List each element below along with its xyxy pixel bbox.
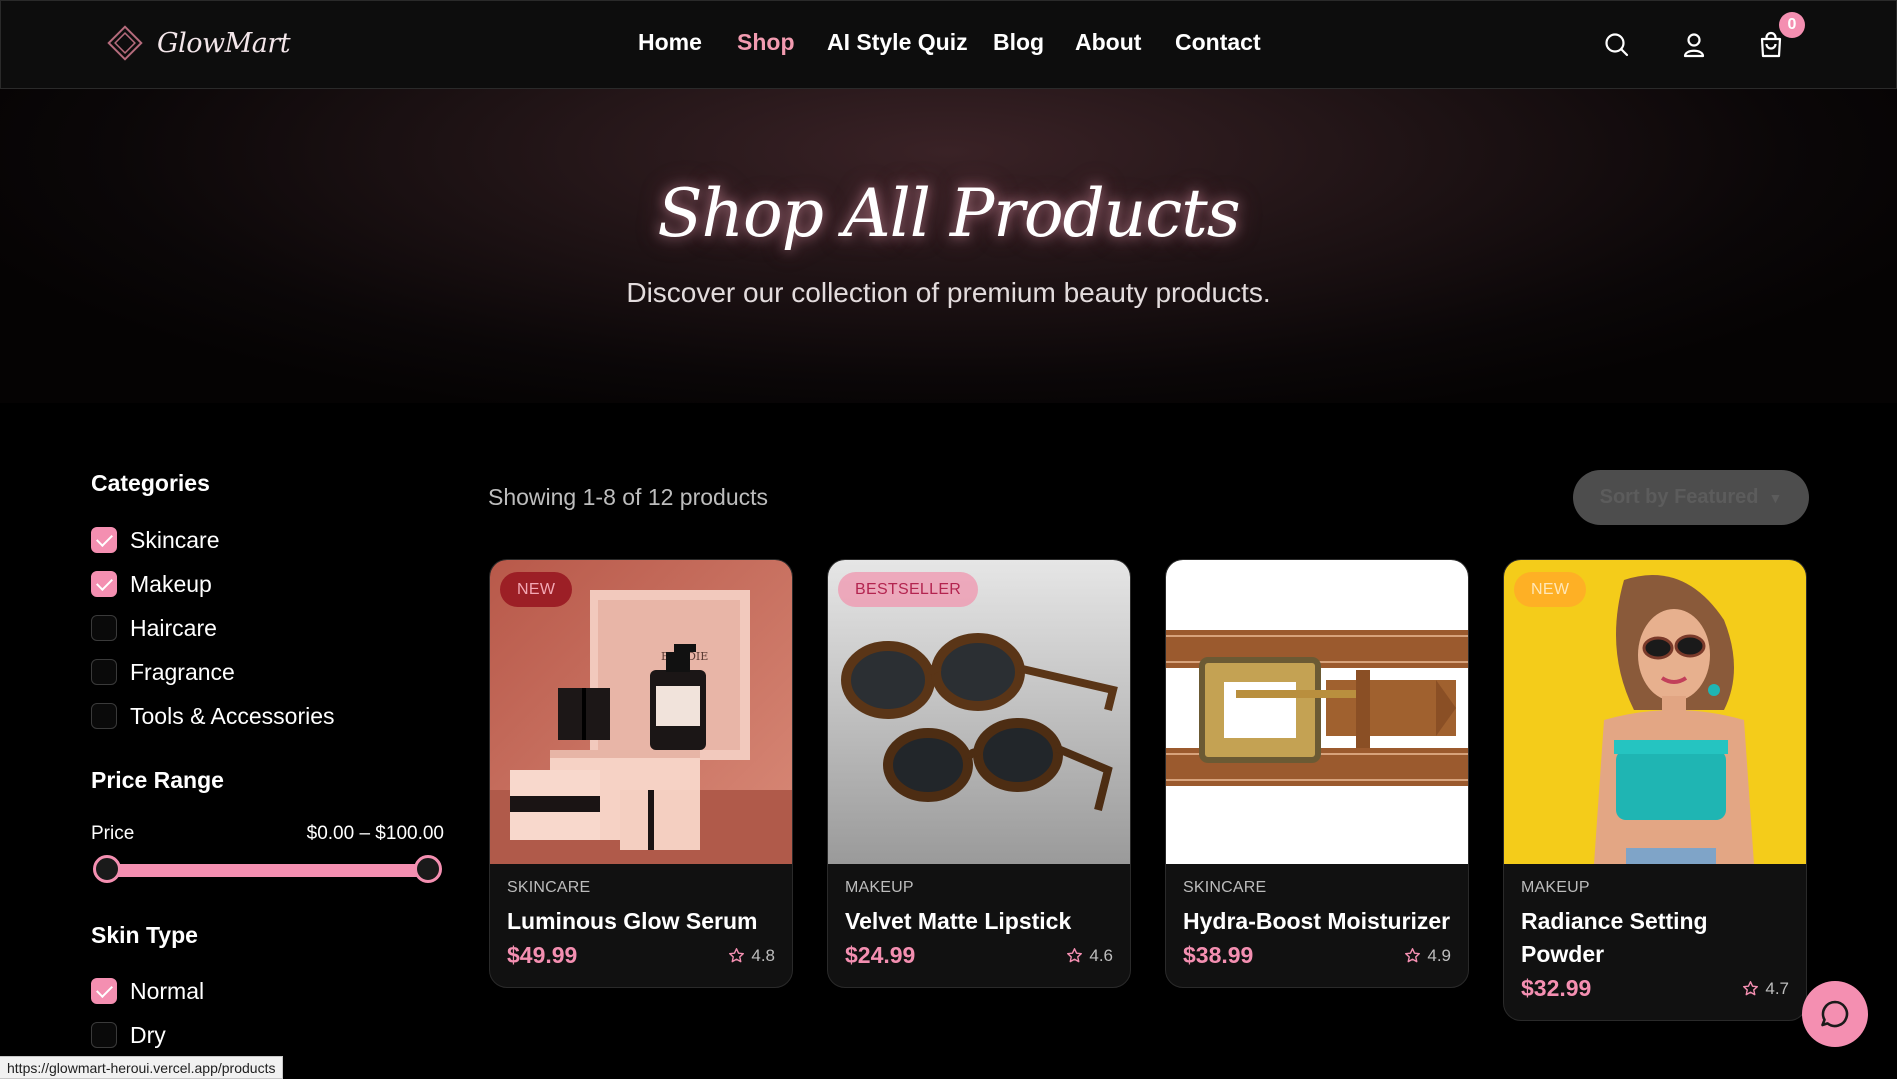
categories-heading: Categories bbox=[91, 470, 210, 496]
product-footer: $24.99 4.6 bbox=[845, 942, 1113, 969]
hero-banner: Shop All Products Discover our collectio… bbox=[0, 89, 1897, 403]
search-icon[interactable] bbox=[1602, 30, 1632, 60]
product-badge: NEW bbox=[500, 572, 573, 607]
product-rating: 4.8 bbox=[728, 946, 775, 966]
product-name[interactable]: Hydra-Boost Moisturizer bbox=[1183, 905, 1451, 938]
product-category: MAKEUP bbox=[845, 879, 914, 896]
filter-label: Skincare bbox=[130, 526, 220, 553]
product-card[interactable]: BESTSELLER MAKEUP Velvet Matte Lipstick … bbox=[827, 559, 1131, 988]
product-price: $32.99 bbox=[1521, 975, 1592, 1001]
filter-skincare[interactable]: Skincare bbox=[91, 525, 219, 555]
filter-label: Dry bbox=[130, 1021, 166, 1048]
checkbox[interactable] bbox=[91, 527, 117, 553]
filter-label: Tools & Accessories bbox=[130, 702, 335, 729]
checkbox[interactable] bbox=[91, 615, 117, 641]
nav-shop[interactable]: Shop bbox=[737, 29, 795, 56]
star-icon bbox=[729, 948, 745, 963]
checkbox[interactable] bbox=[91, 659, 117, 685]
filter-label: Fragrance bbox=[130, 658, 235, 685]
filter-fragrance[interactable]: Fragrance bbox=[91, 657, 235, 687]
filter-label: Normal bbox=[130, 977, 205, 1004]
filter-makeup[interactable]: Makeup bbox=[91, 569, 212, 599]
price-value: $0.00 – $100.00 bbox=[306, 823, 444, 844]
sort-dropdown[interactable]: Sort by Featured ▼ bbox=[1573, 470, 1809, 525]
checkbox[interactable] bbox=[91, 571, 117, 597]
site-header: GlowMart Home Shop AI Style Quiz Blog Ab… bbox=[0, 0, 1897, 89]
checkbox[interactable] bbox=[91, 1022, 117, 1048]
product-info: MAKEUP Radiance Setting Powder $32.99 4.… bbox=[1504, 864, 1806, 1020]
page-subtitle: Discover our collection of premium beaut… bbox=[626, 277, 1271, 308]
checkbox[interactable] bbox=[91, 703, 117, 729]
price-range-heading: Price Range bbox=[91, 767, 224, 793]
nav-ai-style-quiz[interactable]: AI Style Quiz bbox=[827, 29, 968, 56]
nav-contact[interactable]: Contact bbox=[1175, 29, 1261, 56]
product-name[interactable]: Velvet Matte Lipstick bbox=[845, 905, 1113, 938]
product-image[interactable]: BESTSELLER bbox=[828, 560, 1130, 864]
product-rating: 4.7 bbox=[1742, 979, 1789, 999]
star-icon bbox=[1405, 948, 1421, 963]
nav-about[interactable]: About bbox=[1075, 29, 1141, 56]
product-card[interactable]: EGUDIE NEW SKINCARE Luminous Glow Serum … bbox=[489, 559, 793, 988]
user-icon[interactable] bbox=[1679, 30, 1709, 60]
skin-type-heading: Skin Type bbox=[91, 922, 198, 948]
cart-count-badge: 0 bbox=[1779, 12, 1805, 38]
product-price: $24.99 bbox=[845, 942, 916, 968]
chevron-down-icon: ▼ bbox=[1768, 489, 1783, 506]
price-label: Price bbox=[91, 823, 135, 844]
results-count: Showing 1-8 of 12 products bbox=[488, 484, 769, 510]
product-footer: $49.99 4.8 bbox=[507, 942, 775, 969]
price-slider-max-thumb[interactable] bbox=[414, 855, 442, 883]
product-badge: BESTSELLER bbox=[838, 572, 979, 607]
shopping-bag-icon[interactable] bbox=[1756, 30, 1786, 60]
product-price: $38.99 bbox=[1183, 942, 1254, 968]
product-category: MAKEUP bbox=[1521, 879, 1590, 896]
price-slider-track[interactable] bbox=[106, 864, 428, 877]
sort-label: Sort by Featured bbox=[1599, 486, 1759, 508]
product-card[interactable]: SKINCARE Hydra-Boost Moisturizer $38.99 … bbox=[1165, 559, 1469, 988]
star-icon bbox=[1067, 948, 1083, 963]
product-category: SKINCARE bbox=[507, 879, 591, 896]
product-info: SKINCARE Luminous Glow Serum $49.99 4.8 bbox=[490, 864, 792, 987]
nav-home[interactable]: Home bbox=[638, 29, 702, 56]
product-footer: $38.99 4.9 bbox=[1183, 942, 1451, 969]
filter-skin-normal[interactable]: Normal bbox=[91, 976, 204, 1006]
product-image[interactable]: EGUDIE NEW bbox=[490, 560, 792, 864]
filter-skin-dry[interactable]: Dry bbox=[91, 1020, 166, 1050]
product-rating: 4.9 bbox=[1404, 946, 1451, 966]
chat-bubble-icon bbox=[1821, 1000, 1849, 1028]
rating-value: 4.7 bbox=[1765, 978, 1789, 998]
product-card[interactable]: NEW MAKEUP Radiance Setting Powder $32.9… bbox=[1503, 559, 1807, 1021]
filter-label: Haircare bbox=[130, 614, 217, 641]
status-url: https://glowmart-heroui.vercel.app/produ… bbox=[0, 1056, 284, 1079]
leather-belt-buckle-photo bbox=[1166, 560, 1468, 864]
rating-value: 4.9 bbox=[1427, 945, 1451, 965]
product-name[interactable]: Luminous Glow Serum bbox=[507, 905, 775, 938]
product-rating: 4.6 bbox=[1066, 946, 1113, 966]
product-price: $49.99 bbox=[507, 942, 578, 968]
product-image[interactable] bbox=[1166, 560, 1468, 864]
product-category: SKINCARE bbox=[1183, 879, 1267, 896]
product-image[interactable]: NEW bbox=[1504, 560, 1806, 864]
filter-haircare[interactable]: Haircare bbox=[91, 613, 217, 643]
product-name[interactable]: Radiance Setting Powder bbox=[1521, 905, 1789, 971]
product-info: MAKEUP Velvet Matte Lipstick $24.99 4.6 bbox=[828, 864, 1130, 987]
product-info: SKINCARE Hydra-Boost Moisturizer $38.99 … bbox=[1166, 864, 1468, 987]
product-badge: NEW bbox=[1514, 572, 1587, 607]
filter-label: Makeup bbox=[130, 570, 212, 597]
nav-blog[interactable]: Blog bbox=[993, 29, 1044, 56]
chat-button[interactable] bbox=[1802, 981, 1868, 1047]
checkbox[interactable] bbox=[91, 978, 117, 1004]
star-icon bbox=[1743, 981, 1759, 996]
page-title: Shop All Products bbox=[657, 175, 1240, 252]
rating-value: 4.8 bbox=[751, 945, 775, 965]
product-footer: $32.99 4.7 bbox=[1521, 975, 1789, 1002]
filter-tools-accessories[interactable]: Tools & Accessories bbox=[91, 701, 335, 731]
rating-value: 4.6 bbox=[1089, 945, 1113, 965]
price-slider-min-thumb[interactable] bbox=[93, 855, 121, 883]
